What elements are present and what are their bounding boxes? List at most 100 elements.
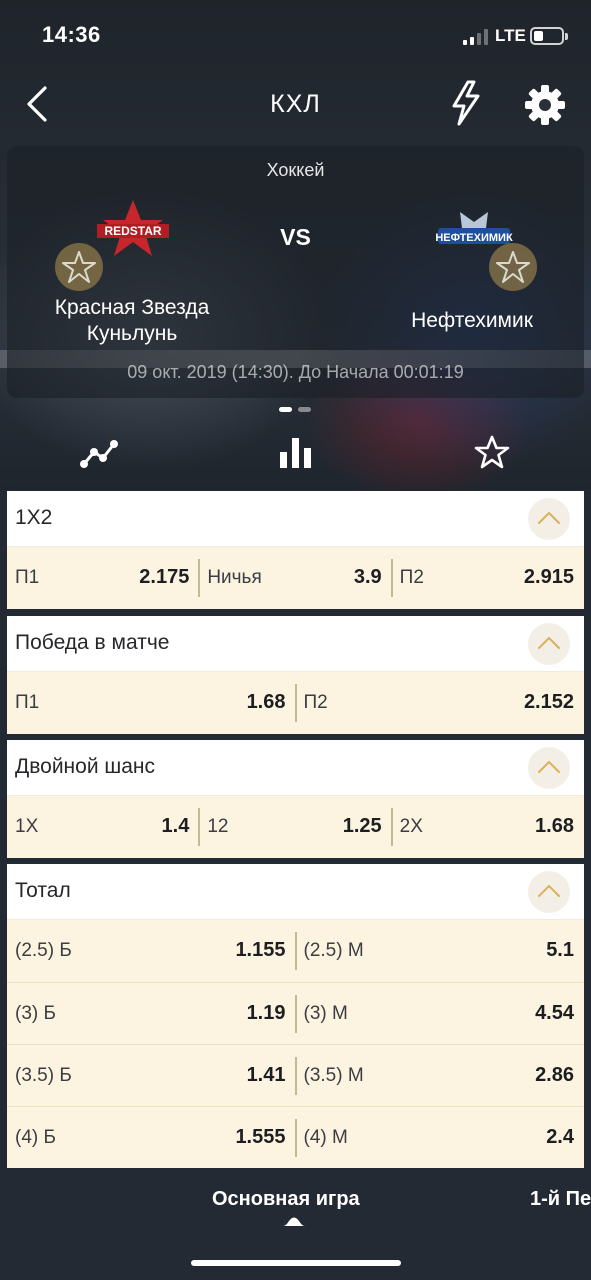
odds-divider — [198, 559, 201, 597]
home-favorite-button[interactable] — [55, 243, 103, 291]
odds-button[interactable]: (4) Б 1.555 — [7, 1107, 296, 1169]
odds-button[interactable]: Ничья 3.9 — [199, 547, 391, 609]
odds-row: (4) Б 1.555 (4) М 2.4 — [7, 1106, 584, 1168]
odds-value: 3.9 — [353, 566, 382, 588]
odds-label: (3.5) М — [303, 1065, 364, 1086]
chevron-up-icon — [538, 761, 560, 773]
odds-button[interactable]: (3) Б 1.19 — [7, 983, 296, 1045]
away-favorite-button[interactable] — [489, 243, 537, 291]
network-type: LTE — [495, 26, 526, 45]
market-header[interactable]: 1X2 — [7, 491, 584, 547]
odds-label: Ничья — [207, 567, 262, 588]
odds-label: 12 — [207, 816, 229, 837]
market-section: Двойной шанс 1X 1.4 12 1.25 2X 1.68 — [7, 740, 584, 858]
odds-button[interactable]: 12 1.25 — [199, 796, 391, 858]
market-header[interactable]: Двойной шанс — [7, 740, 584, 796]
odds-divider — [294, 1119, 297, 1157]
odds-divider — [294, 995, 297, 1033]
star-icon — [496, 251, 530, 283]
odds-label: (3) Б — [15, 1003, 56, 1024]
market-header[interactable]: Тотал — [7, 864, 584, 920]
live-button[interactable] — [446, 80, 486, 126]
odds-button[interactable]: (3.5) М 2.86 — [296, 1045, 585, 1107]
odds-label: П1 — [15, 692, 40, 713]
tab-first-period[interactable]: 1-й Пе — [530, 1188, 591, 1211]
odds-button[interactable]: (3) М 4.54 — [296, 983, 585, 1045]
odds-divider — [294, 684, 297, 722]
tab-main-game[interactable]: Основная игра — [212, 1188, 360, 1211]
odds-value: 1.555 — [235, 1126, 286, 1148]
odds-label: (4) Б — [15, 1127, 56, 1148]
odds-divider — [390, 559, 393, 597]
odds-value: 1.19 — [246, 1002, 286, 1024]
odds-divider — [294, 932, 297, 970]
odds-button[interactable]: 2X 1.68 — [392, 796, 584, 858]
settings-button[interactable] — [524, 84, 566, 126]
chevron-up-icon — [538, 512, 560, 524]
odds-label: (4) М — [303, 1127, 348, 1148]
svg-text:REDSTAR: REDSTAR — [104, 224, 161, 238]
battery-level — [534, 31, 543, 41]
home-indicator — [191, 1260, 401, 1266]
bar-chart-icon — [280, 438, 311, 468]
odds-label: (2.5) Б — [15, 940, 72, 961]
market-title: Тотал — [15, 879, 71, 902]
odds-button[interactable]: (3.5) Б 1.41 — [7, 1045, 296, 1107]
odds-value: 1.41 — [246, 1064, 286, 1086]
collapse-button[interactable] — [528, 498, 570, 540]
market-section: Тотал (2.5) Б 1.155 (2.5) М 5.1 (3) Б 1.19 (3) … — [7, 864, 584, 1168]
odds-label: П2 — [399, 567, 424, 588]
odds-value: 5.1 — [546, 939, 574, 961]
odds-button[interactable]: (4) М 2.4 — [296, 1107, 585, 1169]
statistics-button[interactable] — [276, 432, 316, 474]
odds-row: (3) Б 1.19 (3) М 4.54 — [7, 982, 584, 1044]
gear-icon — [525, 85, 565, 125]
collapse-button[interactable] — [528, 871, 570, 913]
collapse-button[interactable] — [528, 623, 570, 665]
odds-button[interactable]: П1 1.68 — [7, 672, 296, 734]
market-title: Двойной шанс — [15, 755, 156, 778]
chevron-up-icon — [538, 885, 560, 897]
match-card: Хоккей VS REDSTAR Красная Звезда Куньлун… — [7, 146, 584, 398]
odds-value: 1.68 — [246, 691, 286, 713]
odds-row: (3.5) Б 1.41 (3.5) М 2.86 — [7, 1044, 584, 1106]
odds-value: 2.175 — [139, 566, 190, 588]
odds-row: 1X 1.4 12 1.25 2X 1.68 — [7, 796, 584, 858]
odds-button[interactable]: (2.5) М 5.1 — [296, 920, 585, 982]
odds-label: П2 — [303, 692, 328, 713]
sport-label: Хоккей — [266, 160, 325, 180]
away-team-name: Нефтехимик — [411, 309, 533, 332]
favorite-match-button[interactable] — [472, 432, 512, 474]
odds-row: (2.5) Б 1.155 (2.5) М 5.1 — [7, 920, 584, 982]
odds-value: 2.4 — [546, 1126, 574, 1148]
odds-label: (3) М — [303, 1003, 348, 1024]
market-section: Победа в матче П1 1.68 П2 2.152 — [7, 616, 584, 734]
odds-value: 4.54 — [535, 1002, 574, 1024]
nav-bar: КХЛ — [0, 70, 591, 140]
market-header[interactable]: Победа в матче — [7, 616, 584, 672]
market-title: Победа в матче — [15, 631, 170, 654]
market-section: 1X2 П1 2.175 Ничья 3.9 П2 2.915 — [7, 491, 584, 609]
odds-button[interactable]: 1X 1.4 — [7, 796, 199, 858]
signal-strength-icon — [463, 28, 493, 45]
odds-button[interactable]: П2 2.915 — [392, 547, 584, 609]
trend-chart-icon — [80, 440, 118, 468]
odds-value: 1.4 — [161, 815, 190, 837]
collapse-button[interactable] — [528, 747, 570, 789]
page-dot — [298, 407, 311, 412]
odds-value: 1.68 — [535, 815, 574, 837]
odds-value: 2.86 — [535, 1064, 574, 1086]
odds-label: (3.5) Б — [15, 1065, 72, 1086]
odds-divider — [390, 808, 393, 846]
odds-button[interactable]: (2.5) Б 1.155 — [7, 920, 296, 982]
odds-row: П1 2.175 Ничья 3.9 П2 2.915 — [7, 547, 584, 609]
odds-button[interactable]: П1 2.175 — [7, 547, 199, 609]
odds-label: 2X — [399, 816, 423, 837]
home-team-name: Красная Звезда Куньлунь — [54, 296, 210, 345]
odds-label: П1 — [15, 567, 40, 588]
odds-value: 2.915 — [523, 566, 574, 588]
odds-button[interactable]: П2 2.152 — [296, 672, 585, 734]
status-bar: 14:36 LTE — [0, 0, 591, 70]
trend-chart-button[interactable] — [79, 432, 119, 474]
chevron-up-icon — [538, 637, 560, 649]
